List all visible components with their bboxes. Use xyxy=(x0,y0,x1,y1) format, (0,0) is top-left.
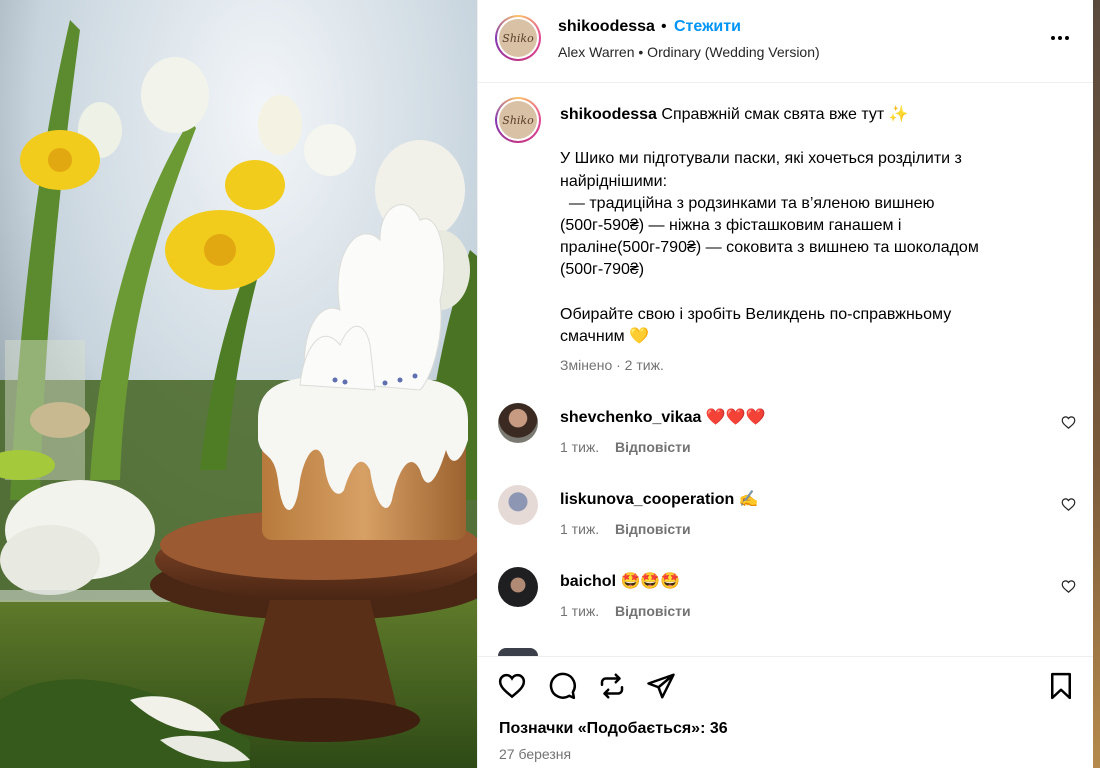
caption-avatar-image: Shiko xyxy=(499,101,537,139)
more-horizontal-icon[interactable] xyxy=(1048,26,1072,50)
reply-button[interactable]: Відповісти xyxy=(615,603,691,619)
commenter-avatar-partial xyxy=(498,648,538,656)
background-edge xyxy=(1093,0,1100,768)
repost-icon[interactable] xyxy=(597,671,627,701)
follow-button[interactable]: Стежити xyxy=(674,18,741,36)
heart-icon[interactable] xyxy=(1061,497,1076,512)
caption-author-avatar[interactable]: Shiko xyxy=(495,97,541,143)
post-detail-panel: Shiko shikoodessa • Стежити Alex Warren … xyxy=(477,0,1094,768)
comment-time[interactable]: 1 тиж. xyxy=(560,603,599,619)
commenter-avatar[interactable] xyxy=(498,567,538,607)
share-icon[interactable] xyxy=(646,671,676,701)
comment-icon[interactable] xyxy=(547,671,577,701)
caption-edited-meta: Змінено · 2 тиж. xyxy=(560,357,664,373)
comment-text: ✍️ xyxy=(738,491,759,508)
audio-track-link[interactable]: Alex Warren • Ordinary (Wedding Version) xyxy=(558,44,820,60)
likes-count[interactable]: Позначки «Подобається»: 36 xyxy=(499,720,728,738)
comment-time[interactable]: 1 тиж. xyxy=(560,521,599,537)
comment-item: shevchenko_vikaa ❤️❤️❤️ 1 тиж. Відповіст… xyxy=(478,403,1094,473)
post-photo[interactable] xyxy=(0,0,477,768)
comment-username[interactable]: baichol 🤩🤩🤩 xyxy=(560,571,680,591)
post-date[interactable]: 27 березня xyxy=(499,746,571,762)
comment-item: baichol 🤩🤩🤩 1 тиж. Відповісти xyxy=(478,567,1094,637)
post-action-bar: Позначки «Подобається»: 36 27 березня xyxy=(478,656,1094,768)
header-separator: • xyxy=(661,18,667,35)
commenter-avatar[interactable] xyxy=(498,485,538,525)
comment-text: ❤️❤️❤️ xyxy=(705,409,766,426)
heart-icon[interactable] xyxy=(1061,579,1076,594)
comment-username[interactable]: liskunova_cooperation ✍️ xyxy=(560,489,759,509)
post-caption: shikoodessa Справжній смак свята вже тут… xyxy=(560,104,1000,348)
heart-icon[interactable] xyxy=(497,671,527,701)
reply-button[interactable]: Відповісти xyxy=(615,439,691,455)
heart-icon[interactable] xyxy=(1061,415,1076,430)
comment-item: liskunova_cooperation ✍️ 1 тиж. Відповіс… xyxy=(478,485,1094,555)
post-header: Shiko shikoodessa • Стежити Alex Warren … xyxy=(478,0,1094,83)
commenter-avatar[interactable] xyxy=(498,403,538,443)
bookmark-icon[interactable] xyxy=(1046,671,1076,701)
author-avatar-image: Shiko xyxy=(499,19,537,57)
author-username[interactable]: shikoodessa xyxy=(558,18,655,36)
author-avatar[interactable]: Shiko xyxy=(495,15,541,61)
caption-username[interactable]: shikoodessa xyxy=(560,106,657,123)
comment-time[interactable]: 1 тиж. xyxy=(560,439,599,455)
comment-username[interactable]: shevchenko_vikaa ❤️❤️❤️ xyxy=(560,407,766,427)
easter-cake-image xyxy=(0,0,477,768)
comment-text: 🤩🤩🤩 xyxy=(620,573,681,590)
reply-button[interactable]: Відповісти xyxy=(615,521,691,537)
caption-headline: Справжній смак свята вже тут ✨ xyxy=(656,106,909,123)
caption-body: У Шико ми підготували паски, які хочетьс… xyxy=(560,150,979,346)
